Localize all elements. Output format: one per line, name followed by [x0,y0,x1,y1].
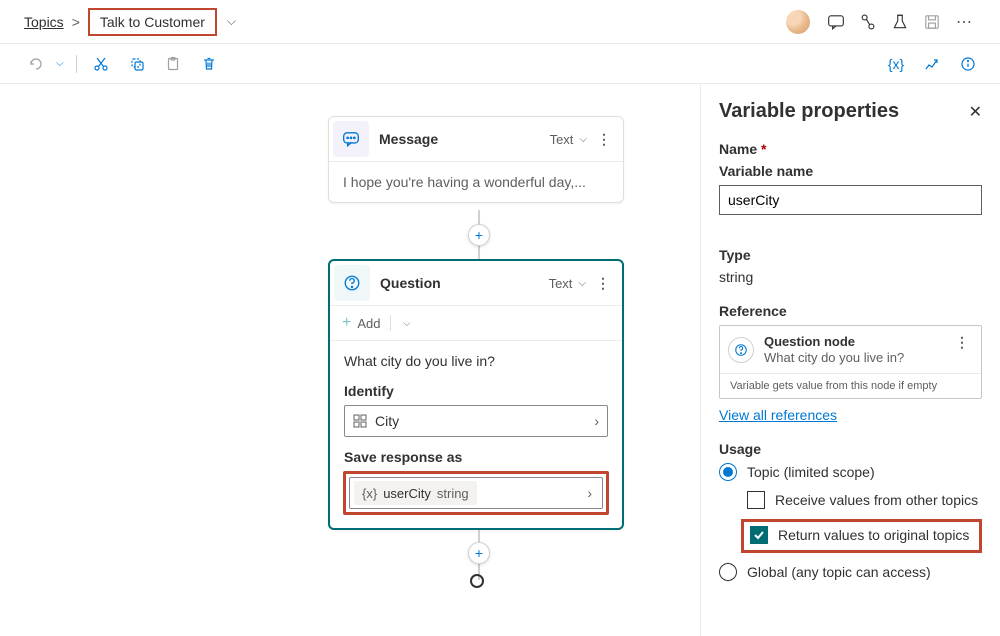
message-icon [333,121,369,157]
breadcrumb-separator: > [72,14,80,30]
variable-chip[interactable]: {x} userCity string [354,481,477,505]
reference-note: Variable gets value from this node if em… [720,373,981,398]
radio-label: Global (any topic can access) [747,564,931,580]
undo-chevron-icon[interactable]: ⌵ [56,58,64,69]
authoring-canvas[interactable]: Message Text ⌵ ⋮ I hope you're having a … [0,84,700,636]
breadcrumb-chevron-icon[interactable]: ⌵ [227,14,236,29]
node-more-icon[interactable]: ⋮ [592,275,614,292]
reference-label: Reference [719,303,982,319]
type-label: Type [719,247,982,263]
node-more-icon[interactable]: ⋮ [593,131,615,148]
reference-box: Question node What city do you live in? … [719,325,982,399]
node-header: Message Text ⌵ ⋮ [329,117,623,161]
avatar[interactable] [786,10,810,34]
panel-title: Variable properties [719,100,969,123]
info-icon[interactable] [956,52,980,76]
identify-label: Identify [344,383,608,399]
reference-title: Question node [764,334,941,350]
message-node[interactable]: Message Text ⌵ ⋮ I hope you're having a … [328,116,624,203]
return-values-checkbox[interactable]: Return values to original topics [750,526,973,544]
node-title: Question [380,275,549,291]
chevron-right-icon: › [587,485,592,501]
variable-icon: {x} [362,486,377,501]
question-prompt[interactable]: What city do you live in? [344,353,608,369]
add-variation-button[interactable]: + Add ⌵ [330,305,622,340]
usage-global-radio[interactable]: Global (any topic can access) [719,563,982,581]
test-icon[interactable] [884,6,916,38]
analytics-icon[interactable] [920,52,944,76]
comment-icon[interactable] [820,6,852,38]
save-response-highlight: {x} userCity string › [343,471,609,515]
undo-icon[interactable] [24,52,48,76]
copy-icon[interactable] [125,52,149,76]
checker-icon[interactable] [852,6,884,38]
cut-icon[interactable] [89,52,113,76]
node-title: Message [379,131,550,147]
variable-properties-panel: Variable properties ✕ Name * Variable na… [700,84,1000,636]
radio-label: Topic (limited scope) [747,464,875,480]
variable-name-input[interactable] [719,185,982,215]
save-response-field[interactable]: {x} userCity string › [349,477,603,509]
type-value: string [719,269,982,285]
name-sublabel: Variable name [719,163,982,179]
name-label: Name * [719,141,982,157]
checkbox-label: Return values to original topics [778,527,969,543]
receive-values-checkbox[interactable]: Receive values from other topics [747,491,982,509]
save-response-label: Save response as [344,449,608,465]
add-label: Add [357,316,380,331]
variable-name: userCity [383,486,431,501]
usage-topic-radio[interactable]: Topic (limited scope) [719,463,982,481]
usage-label: Usage [719,441,982,457]
variable-type: string [437,486,469,501]
plus-icon: + [342,314,351,332]
save-icon[interactable] [916,6,948,38]
chevron-down-icon[interactable]: ⌵ [578,278,586,289]
chevron-down-icon[interactable]: ⌵ [403,318,410,329]
reference-more-icon[interactable]: ⋮ [951,334,973,351]
breadcrumb-root[interactable]: Topics [24,14,64,30]
node-type-label[interactable]: Text [550,132,574,147]
question-node[interactable]: Question Text ⌵ ⋮ + Add ⌵ What city do y… [328,259,624,530]
close-icon[interactable]: ✕ [969,102,982,122]
breadcrumb-current[interactable]: Talk to Customer [88,8,217,36]
chevron-down-icon[interactable]: ⌵ [579,134,587,145]
checkbox-icon [747,491,765,509]
chevron-right-icon: › [594,413,599,429]
add-node-button[interactable]: + [468,224,490,246]
radio-icon [719,463,737,481]
question-icon [334,265,370,301]
checkbox-icon [750,526,768,544]
radio-icon [719,563,737,581]
message-body[interactable]: I hope you're having a wonderful day,... [329,161,623,202]
identify-value: City [375,413,399,429]
paste-icon[interactable] [161,52,185,76]
node-header: Question Text ⌵ ⋮ [330,261,622,305]
variables-icon[interactable]: {x} [884,52,908,76]
toolbar-separator [76,55,77,73]
node-type-label[interactable]: Text [549,276,573,291]
toolbar: ⌵ {x} [0,44,1000,84]
more-icon[interactable]: ⋯ [948,6,980,38]
question-icon [728,337,754,363]
end-node-icon[interactable] [470,574,484,588]
reference-subtitle: What city do you live in? [764,350,941,366]
view-all-references-link[interactable]: View all references [719,407,837,423]
checkbox-label: Receive values from other topics [775,492,978,508]
topbar: Topics > Talk to Customer ⌵ ⋯ [0,0,1000,44]
add-node-button[interactable]: + [468,542,490,564]
delete-icon[interactable] [197,52,221,76]
identify-field[interactable]: City › [344,405,608,437]
return-values-highlight: Return values to original topics [741,519,982,553]
